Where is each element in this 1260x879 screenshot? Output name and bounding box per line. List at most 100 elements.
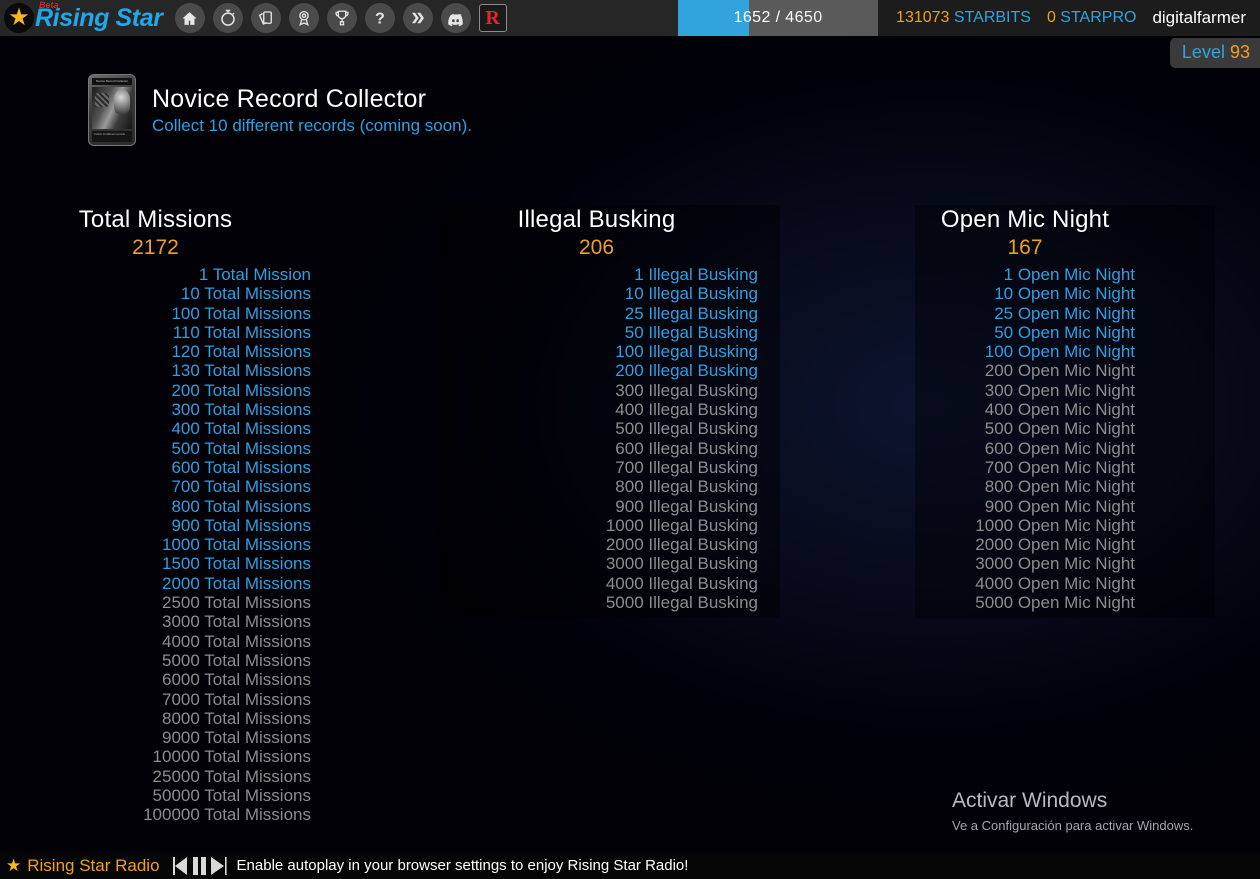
stopwatch-icon[interactable]	[212, 3, 243, 33]
achievement-item: 900 Total Missions	[171, 515, 311, 535]
achievement-item: 8000 Total Missions	[162, 708, 311, 728]
radio-message: Enable autoplay in your browser settings…	[236, 857, 689, 874]
starbits-stat[interactable]: 131073 STARBITS	[896, 9, 1031, 27]
achievement-item: 800 Illegal Busking	[615, 477, 758, 497]
achievement-item: 110 Total Missions	[172, 322, 311, 342]
card-thumb-artwork	[92, 87, 132, 129]
achievement-item: 200 Total Missions	[171, 380, 311, 400]
pause-button[interactable]	[192, 856, 207, 876]
achievement-item: 300 Open Mic Night	[984, 380, 1135, 400]
achievement-item: 3000 Open Mic Night	[975, 554, 1135, 574]
achievement-list: 1 Open Mic Night 10 Open Mic Night 25 Open…	[915, 265, 1135, 612]
question-mark-icon[interactable]: ?	[364, 3, 395, 33]
achievement-item: 600 Open Mic Night	[984, 438, 1135, 458]
achievement-item: 1500 Total Missions	[162, 554, 311, 574]
radio-bar: ★ Rising Star Radio Enable autoplay in y…	[0, 852, 1260, 879]
starpro-stat[interactable]: 0 STARPRO	[1047, 9, 1137, 27]
achievement-item: 200 Illegal Busking	[615, 361, 758, 381]
achievement-item: 120 Total Missions	[171, 342, 311, 362]
achievement-item: 10000 Total Missions	[152, 747, 311, 767]
achievement-item: 200 Open Mic Night	[984, 361, 1135, 381]
achievement-item: 3000 Illegal Busking	[605, 554, 758, 574]
cards-icon[interactable]	[250, 3, 281, 33]
achievement-item: 2000 Total Missions	[162, 573, 311, 593]
home-icon[interactable]	[174, 3, 205, 33]
xp-progress-bar[interactable]: 1652 / 4650	[678, 0, 879, 36]
starbits-label: STARBITS	[953, 9, 1031, 26]
previous-track-button[interactable]	[172, 856, 189, 876]
achievement-item: 6000 Total Missions	[162, 670, 311, 690]
trophy-icon[interactable]	[326, 3, 357, 33]
achievement-columns: Total Missions 2172 1 Total Mission 10 To…	[0, 205, 1260, 831]
watermark-subtitle: Ve a Configuración para activar Windows.	[952, 818, 1194, 833]
brand-logo[interactable]: ★ Beta Rising Star	[0, 0, 163, 36]
achievement-list: 1 Illegal Busking 10 Illegal Busking 25 Il…	[435, 265, 758, 612]
nav-icon-group: ? R	[174, 3, 507, 33]
featured-achievement-title: Novice Record Collector	[152, 84, 427, 113]
featured-achievement-subtitle: Collect 10 different records (coming soo…	[152, 115, 473, 135]
radio-star-icon: ★	[6, 856, 22, 875]
achievement-item: 1000 Total Missions	[162, 535, 311, 555]
achievement-item: 800 Open Mic Night	[984, 477, 1135, 497]
starpro-amount: 0	[1046, 9, 1056, 26]
achievement-item: 4000 Total Missions	[162, 631, 311, 651]
achievement-item: 4000 Open Mic Night	[975, 573, 1135, 593]
achievement-item: 4000 Illegal Busking	[605, 573, 758, 593]
achievement-item: 25 Open Mic Night	[994, 303, 1135, 323]
card-thumb-footer: Collect 10 different records	[92, 131, 132, 142]
achievement-item: 7000 Total Missions	[162, 689, 311, 709]
card-thumb-title: Novice Record Collector	[92, 78, 132, 85]
achievement-item: 1000 Open Mic Night	[975, 515, 1135, 535]
achievement-item: 10 Open Mic Night	[994, 284, 1135, 304]
achievement-item: 5000 Illegal Busking	[605, 593, 758, 613]
radio-name-label: Rising Star Radio	[27, 855, 160, 875]
achievement-item: 9000 Total Missions	[162, 728, 311, 748]
achievement-item: 1 Total Mission	[198, 265, 311, 284]
currency-group: 131073 STARBITS 0 STARPRO digitalfarmer	[878, 0, 1260, 36]
column-count: 206	[578, 236, 615, 259]
windows-activation-watermark: Activar Windows Ve a Configuración para …	[952, 788, 1193, 835]
achievement-item: 300 Illegal Busking	[615, 380, 758, 400]
hive-icon[interactable]	[402, 3, 433, 33]
level-value: 93	[1229, 42, 1250, 62]
achievement-item: 500 Open Mic Night	[984, 419, 1135, 439]
achievement-item: 5000 Total Missions	[162, 650, 311, 670]
achievement-item: 100 Open Mic Night	[984, 342, 1135, 362]
record-card-thumbnail: Novice Record Collector Collect 10 diffe…	[88, 74, 136, 146]
achievement-item: 2000 Open Mic Night	[975, 535, 1135, 555]
achievement-item: 400 Illegal Busking	[615, 400, 758, 420]
rising-star-r-icon[interactable]: R	[478, 4, 507, 32]
next-track-button[interactable]	[210, 856, 227, 876]
achievement-item: 600 Illegal Busking	[615, 438, 758, 458]
achievement-item: 500 Total Missions	[171, 438, 311, 458]
achievement-item: 130 Total Missions	[171, 361, 311, 381]
achievement-column-total-missions: Total Missions 2172 1 Total Mission 10 To…	[0, 205, 435, 831]
svg-text:?: ?	[375, 10, 385, 27]
column-title: Open Mic Night	[940, 206, 1110, 233]
beta-badge: Beta	[39, 0, 59, 10]
achievement-list: 1 Total Mission 10 Total Missions 100 Tota…	[0, 265, 311, 825]
column-count: 167	[1007, 236, 1043, 259]
achievement-item: 2500 Total Missions	[162, 593, 311, 613]
achievement-item: 700 Total Missions	[171, 477, 311, 497]
achievement-item: 50 Open Mic Night	[994, 322, 1135, 342]
username-label[interactable]: digitalfarmer	[1152, 8, 1246, 28]
achievement-item: 50 Illegal Busking	[624, 322, 758, 342]
award-ribbon-icon[interactable]	[288, 3, 319, 33]
level-word: Level	[1181, 42, 1225, 62]
level-badge: Level 93	[1169, 38, 1260, 68]
achievement-item: 400 Open Mic Night	[984, 400, 1135, 420]
achievement-item: 2000 Illegal Busking	[605, 535, 758, 555]
nav-right-group: 1652 / 4650 131073 STARBITS 0 STARPRO di…	[678, 0, 1260, 36]
achievement-item: 500 Illegal Busking	[615, 419, 758, 439]
discord-icon[interactable]	[440, 3, 471, 33]
achievement-item: 800 Total Missions	[171, 496, 311, 516]
achievement-item: 300 Total Missions	[171, 400, 311, 420]
achievement-item: 1000 Illegal Busking	[605, 515, 758, 535]
watermark-title: Activar Windows	[952, 789, 1108, 812]
achievement-item: 900 Open Mic Night	[984, 496, 1135, 516]
achievement-item: 50000 Total Missions	[152, 786, 311, 806]
featured-achievement-banner[interactable]: Novice Record Collector Collect 10 diffe…	[88, 74, 472, 146]
achievement-item: 3000 Total Missions	[162, 612, 311, 632]
achievement-item: 10 Total Missions	[180, 284, 311, 304]
